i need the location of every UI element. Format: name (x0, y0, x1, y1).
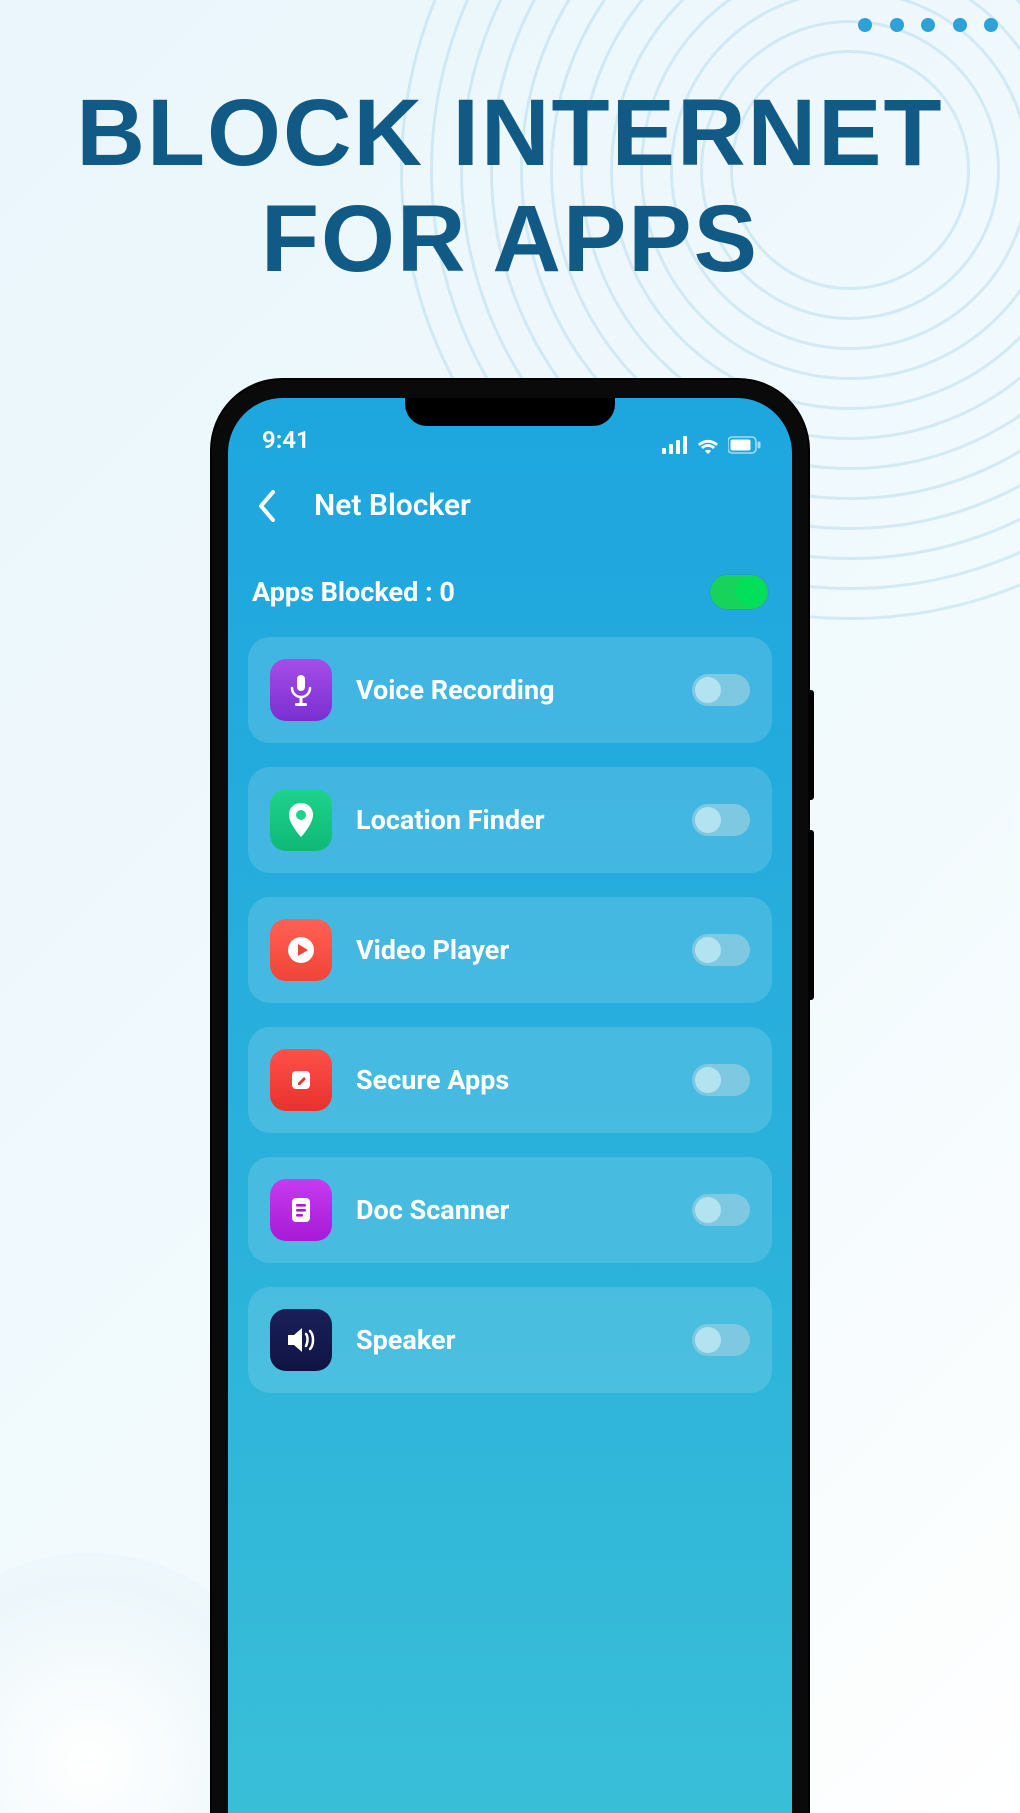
decoration-dots (858, 18, 998, 58)
chevron-left-icon (257, 490, 277, 522)
app-row-speaker: Speaker (248, 1287, 772, 1393)
app-name-label: Video Player (356, 934, 668, 966)
app-name-label: Doc Scanner (356, 1194, 668, 1226)
phone-notch (405, 398, 615, 426)
app-toggle-video-player[interactable] (692, 934, 750, 966)
app-toggle-secure-apps[interactable] (692, 1064, 750, 1096)
app-toggle-speaker[interactable] (692, 1324, 750, 1356)
toggle-knob (695, 677, 721, 703)
app-name-label: Location Finder (356, 804, 668, 836)
wifi-icon (696, 436, 720, 454)
app-toggle-voice-recording[interactable] (692, 674, 750, 706)
master-toggle[interactable] (710, 575, 768, 609)
toggle-knob (695, 1197, 721, 1223)
app-row-secure-apps: Secure Apps (248, 1027, 772, 1133)
app-toggle-location-finder[interactable] (692, 804, 750, 836)
app-toggle-doc-scanner[interactable] (692, 1194, 750, 1226)
app-row-voice-recording: Voice Recording (248, 637, 772, 743)
battery-icon (728, 436, 762, 454)
apps-blocked-count: Apps Blocked : 0 (252, 576, 455, 608)
phone-side-button (808, 690, 814, 800)
phone-mockup: 9:41 (212, 380, 808, 1813)
pin-icon (270, 789, 332, 851)
back-button[interactable] (250, 489, 284, 523)
summary-row: Apps Blocked : 0 (228, 547, 792, 631)
page-title: Net Blocker (314, 488, 471, 523)
status-time: 9:41 (262, 426, 310, 454)
app-name-label: Speaker (356, 1324, 668, 1356)
mic-icon (270, 659, 332, 721)
speaker-icon (270, 1309, 332, 1371)
cellular-icon (662, 436, 688, 454)
toggle-knob (695, 807, 721, 833)
headline-line2: For Apps (0, 186, 1020, 292)
headline-line1: Block Internet (0, 80, 1020, 186)
toggle-knob (695, 1067, 721, 1093)
play-icon (270, 919, 332, 981)
app-name-label: Voice Recording (356, 674, 668, 706)
toggle-knob (695, 1327, 721, 1353)
toggle-knob (695, 937, 721, 963)
pencil-icon (270, 1049, 332, 1111)
app-row-doc-scanner: Doc Scanner (248, 1157, 772, 1263)
app-row-video-player: Video Player (248, 897, 772, 1003)
app-list: Voice Recording Location Finder (228, 631, 792, 1393)
doc-icon (270, 1179, 332, 1241)
nav-bar: Net Blocker (228, 458, 792, 547)
phone-side-button (808, 830, 814, 1000)
app-row-location-finder: Location Finder (248, 767, 772, 873)
app-name-label: Secure Apps (356, 1064, 668, 1096)
promo-headline: Block Internet For Apps (0, 80, 1020, 293)
toggle-knob (736, 577, 766, 607)
